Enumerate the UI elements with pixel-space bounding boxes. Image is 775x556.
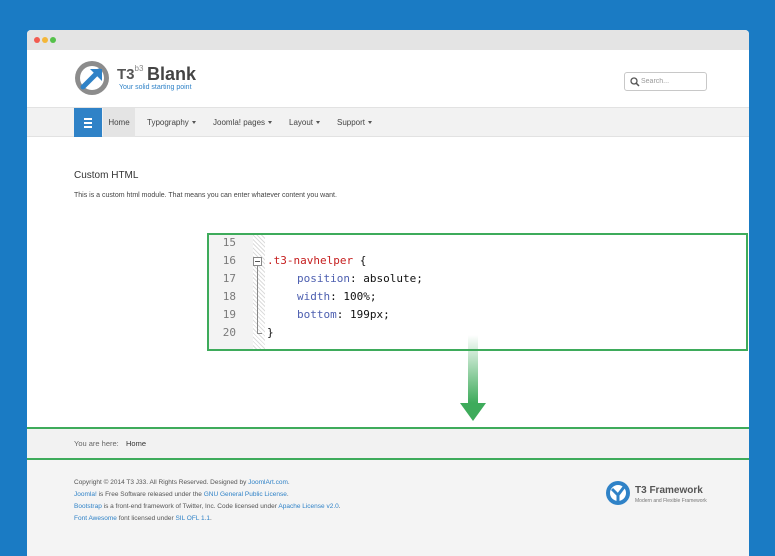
breadcrumb: You are here: Home	[27, 427, 749, 460]
line-number: 17	[222, 272, 236, 285]
code-line-property: width: 100%;	[297, 290, 377, 303]
nav-item-joomla-pages[interactable]: Joomla! pages	[213, 108, 273, 137]
module-title: Custom HTML	[74, 170, 139, 181]
maximize-window-dot[interactable]	[50, 37, 56, 43]
fold-gutter	[253, 235, 265, 349]
line-number: 19	[222, 308, 236, 321]
code-line-selector: .t3-navhelper {	[267, 254, 366, 267]
line-number: 18	[222, 290, 236, 303]
apache-license-link[interactable]: Apache License v2.0	[278, 503, 338, 510]
search-box[interactable]	[624, 72, 707, 91]
line-number-gutter: 15 16 17 18 19 20	[209, 235, 253, 349]
caret-down-icon	[316, 121, 321, 125]
minimize-window-dot[interactable]	[42, 37, 48, 43]
joomla-link[interactable]: Joomla!	[74, 491, 97, 498]
footer-text: Copyright © 2014 T3 J33. All Rights Rese…	[74, 479, 249, 486]
code-snippet-box: 15 16 17 18 19 20 .t3-navhelper { positi…	[207, 233, 748, 351]
caret-down-icon	[191, 121, 196, 125]
footer-text: font licensed under	[116, 515, 176, 522]
site-footer: Copyright © 2014 T3 J33. All Rights Rese…	[27, 460, 749, 556]
fold-guide	[257, 266, 258, 334]
caret-down-icon	[368, 121, 373, 125]
breadcrumb-label: You are here:	[74, 439, 119, 448]
arrow-down-icon	[460, 335, 486, 421]
window-titlebar	[27, 30, 749, 50]
footer-text: .	[287, 479, 290, 486]
nav-item-label: Layout	[289, 118, 314, 127]
nav-item-label: Support	[337, 118, 366, 127]
nav-item-label: Joomla! pages	[213, 118, 266, 127]
footer-copyright: Copyright © 2014 T3 J33. All Rights Rese…	[74, 479, 290, 486]
open-brace: {	[353, 254, 367, 267]
logo-version: b3	[134, 64, 144, 73]
line-number: 15	[222, 236, 236, 249]
footer-bootstrap-license: Bootstrap is a front-end framework of Tw…	[74, 503, 341, 510]
t3-framework-logo-icon[interactable]	[605, 480, 631, 506]
main-navbar: Home Typography Joomla! pages Layout Sup…	[27, 107, 749, 137]
module-body: This is a custom html module. That means…	[74, 192, 337, 199]
footer-text: .	[338, 503, 341, 510]
fold-guide-end	[257, 333, 262, 334]
t3-framework-title: T3 Framework	[635, 485, 703, 496]
close-window-dot[interactable]	[34, 37, 40, 43]
nav-item-label: Typography	[147, 118, 189, 127]
css-value: absolute;	[363, 272, 423, 285]
browser-window: T3b3 Blank Your solid starting point Hom…	[27, 30, 749, 556]
font-awesome-link[interactable]: Font Awesome	[74, 515, 117, 522]
nav-item-label: Home	[108, 118, 130, 127]
css-value: 199px;	[350, 308, 390, 321]
nav-item-layout[interactable]: Layout	[289, 108, 321, 137]
code-line-property: bottom: 199px;	[297, 308, 390, 321]
footer-text: .	[210, 515, 212, 522]
logo-t3: T3	[117, 66, 135, 83]
logo-blank-text[interactable]: Blank	[147, 64, 196, 85]
hamburger-icon	[84, 118, 92, 120]
t3-logo-icon[interactable]	[74, 60, 110, 96]
line-number: 16	[222, 254, 236, 267]
fold-toggle-icon[interactable]	[253, 257, 262, 266]
css-value: 100%;	[343, 290, 377, 303]
nav-item-support[interactable]: Support	[337, 108, 373, 137]
search-input[interactable]	[641, 74, 705, 89]
footer-text: .	[286, 491, 289, 498]
logo-tagline: Your solid starting point	[119, 84, 192, 91]
footer-joomla-license: Joomla! is Free Software released under …	[74, 491, 289, 498]
footer-fontawesome-license: Font Awesome font licensed under SIL OFL…	[74, 515, 212, 522]
caret-down-icon	[268, 121, 273, 125]
code-line-property: position: absolute;	[297, 272, 423, 285]
logo-t3-text[interactable]: T3b3	[117, 64, 144, 83]
gpl-link[interactable]: GNU General Public License	[204, 491, 287, 498]
breadcrumb-home-link[interactable]: Home	[126, 439, 146, 448]
sil-ofl-link[interactable]: SIL OFL 1.1	[175, 515, 210, 522]
line-number: 20	[222, 326, 236, 339]
css-property: width	[297, 290, 331, 303]
bootstrap-link[interactable]: Bootstrap	[74, 503, 102, 510]
joomlart-link[interactable]: JoomlArt.com	[248, 479, 288, 486]
t3-framework-subtitle: Modern and Flexible Framework	[635, 498, 707, 504]
nav-item-home[interactable]: Home	[103, 108, 135, 137]
search-icon	[630, 77, 640, 87]
nav-item-typography[interactable]: Typography	[147, 108, 196, 137]
css-property: position	[297, 272, 350, 285]
footer-text: is Free Software released under the	[96, 491, 204, 498]
css-selector: .t3-navhelper	[267, 254, 354, 267]
footer-text: is a front-end framework of Twitter, Inc…	[101, 503, 279, 510]
site-header: T3b3 Blank Your solid starting point	[27, 50, 749, 107]
code-line-close: }	[267, 326, 274, 339]
hamburger-menu-button[interactable]	[74, 108, 102, 137]
css-property: bottom	[297, 308, 337, 321]
